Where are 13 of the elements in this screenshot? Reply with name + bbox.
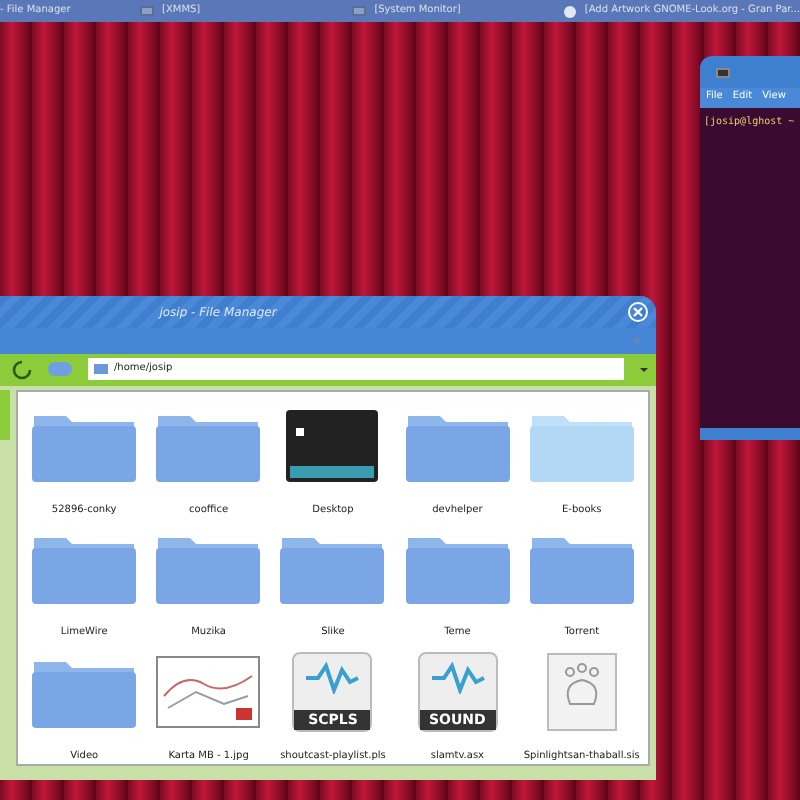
app-icon <box>352 6 367 16</box>
dropdown-arrow-icon[interactable] <box>640 367 648 372</box>
spinner-icon <box>12 359 32 380</box>
side-pane-edge <box>0 389 10 440</box>
terminal-icon <box>716 67 730 77</box>
foot-document-icon <box>545 651 618 732</box>
globe-icon <box>564 5 577 17</box>
map-thumbnail <box>156 655 261 728</box>
close-icon[interactable] <box>628 302 648 322</box>
monitor-icon <box>282 407 383 484</box>
app-icon <box>140 6 154 16</box>
folder-icon <box>94 364 108 375</box>
terminal-bottom-border <box>700 428 800 440</box>
